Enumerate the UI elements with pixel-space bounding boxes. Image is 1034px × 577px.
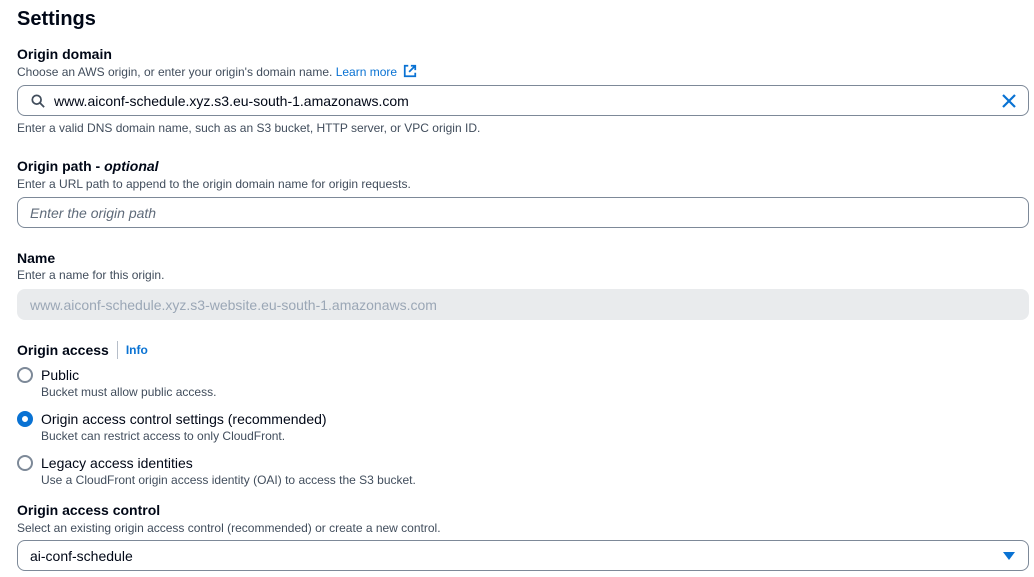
radio-legacy-label[interactable]: Legacy access identities [41, 454, 193, 472]
origin-domain-hint: Enter a valid DNS domain name, such as a… [17, 121, 481, 135]
radio-public[interactable] [17, 367, 33, 383]
info-link[interactable]: Info [126, 342, 148, 358]
radio-public-description: Bucket must allow public access. [41, 385, 217, 399]
origin-access-label: Origin access [17, 342, 109, 358]
external-link-icon [404, 64, 417, 78]
origin-path-optional: optional [104, 158, 159, 174]
radio-legacy[interactable] [17, 455, 33, 471]
section-title: Settings [17, 8, 96, 30]
origin-domain-description: Choose an AWS origin, or enter your orig… [17, 64, 417, 80]
learn-more-link[interactable]: Learn more [335, 64, 418, 79]
header-divider [116, 341, 118, 359]
origin-path-description: Enter a URL path to append to the origin… [17, 177, 411, 191]
name-description: Enter a name for this origin. [17, 268, 165, 282]
origin-domain-field[interactable]: www.aiconf-schedule.xyz.s3.eu-south-1.am… [17, 85, 1029, 116]
origin-path-label-text: Origin path - [17, 158, 105, 174]
learn-more-text: Learn more [335, 65, 398, 79]
settings-page: Settings Origin domain Choose an AWS ori… [0, 0, 1034, 577]
origin-access-control-value: ai-conf-schedule [30, 548, 133, 564]
origin-domain-description-text: Choose an AWS origin, or enter your orig… [17, 65, 333, 79]
name-label: Name [17, 250, 56, 266]
origin-domain-value[interactable]: www.aiconf-schedule.xyz.s3.eu-south-1.am… [54, 93, 409, 109]
radio-oac-description: Bucket can restrict access to only Cloud… [41, 429, 286, 443]
origin-path-label: Origin path - optional [17, 157, 159, 175]
clear-icon[interactable] [1000, 92, 1018, 110]
radio-oac-label[interactable]: Origin access control settings (recommen… [41, 410, 327, 428]
origin-access-control-description: Select an existing origin access control… [17, 521, 441, 535]
origin-access-control-select[interactable]: ai-conf-schedule [17, 540, 1029, 571]
name-field-disabled: www.aiconf-schedule.xyz.s3-website.eu-so… [17, 289, 1029, 320]
origin-path-placeholder: Enter the origin path [30, 205, 157, 221]
origin-domain-label: Origin domain [17, 46, 112, 62]
origin-access-header: Origin access Info [17, 341, 148, 359]
origin-access-control-label: Origin access control [17, 502, 161, 518]
radio-legacy-description: Use a CloudFront origin access identity … [41, 473, 416, 487]
origin-path-input[interactable]: Enter the origin path [17, 197, 1029, 228]
radio-public-label[interactable]: Public [41, 366, 79, 384]
radio-origin-access-control[interactable] [17, 411, 33, 427]
name-value: www.aiconf-schedule.xyz.s3-website.eu-so… [30, 297, 437, 313]
search-icon [30, 93, 46, 109]
caret-down-icon [1002, 549, 1016, 563]
